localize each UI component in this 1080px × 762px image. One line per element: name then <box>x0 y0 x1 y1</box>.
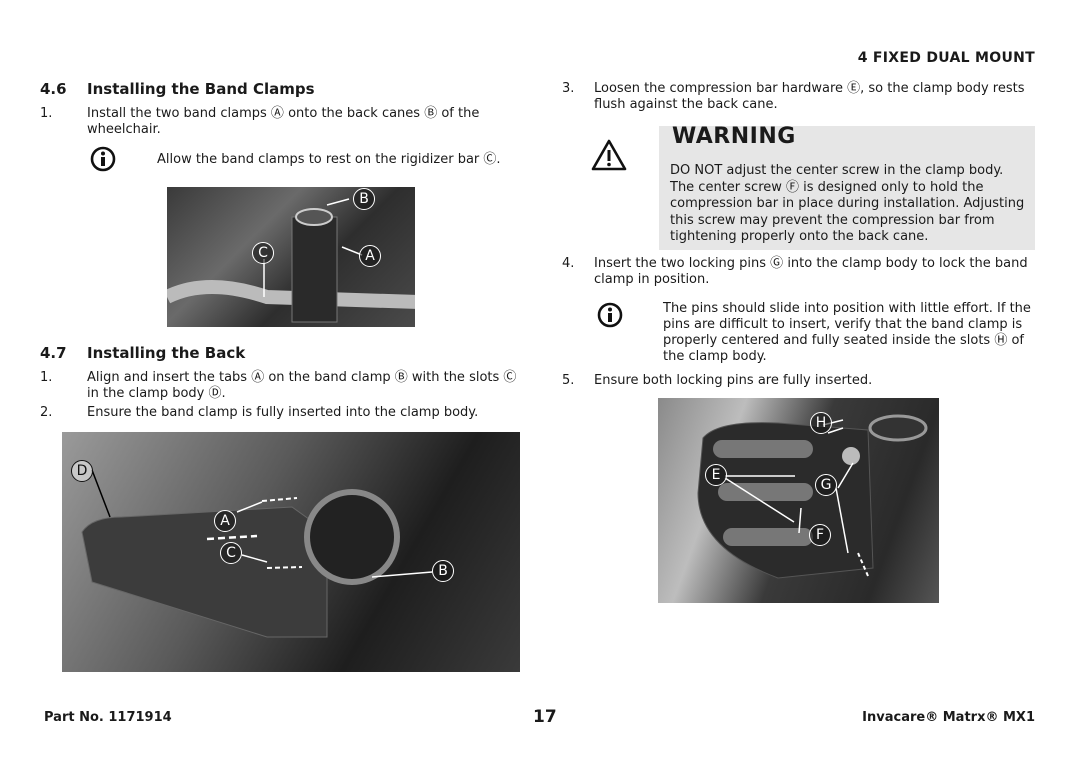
section-heading-4-6: 4.6 Installing the Band Clamps <box>40 80 315 98</box>
note-text: The pins should slide into position with… <box>663 301 1031 364</box>
part-number: Part No. 1171914 <box>44 710 172 725</box>
step-number: 1. <box>40 106 53 121</box>
callout-c: C <box>220 542 242 564</box>
step-4-6-1: 1. Install the two band clamps Ⓐ onto th… <box>40 106 500 138</box>
section-heading-4-7: 4.7 Installing the Back <box>40 344 245 362</box>
warning-text: DO NOT adjust the center screw in the cl… <box>670 163 1025 244</box>
step-4: 4. Insert the two locking pins Ⓖ into th… <box>562 256 1037 288</box>
step-number: 1. <box>40 370 53 385</box>
section-title: Installing the Band Clamps <box>87 80 315 98</box>
callout-f: F <box>809 524 831 546</box>
warning-icon <box>590 138 628 176</box>
callout-e: E <box>705 464 727 486</box>
callout-b: B <box>432 560 454 582</box>
step-number: 3. <box>562 81 575 96</box>
note-text: Allow the band clamps to rest on the rig… <box>157 152 501 167</box>
step-text: Loosen the compression bar hardware Ⓔ, s… <box>594 81 1025 112</box>
step-text: Ensure both locking pins are fully inser… <box>594 373 873 388</box>
callout-g: G <box>815 474 837 496</box>
locking-pins-photo: H E G F <box>658 398 939 603</box>
callout-d: D <box>71 460 93 482</box>
step-number: 2. <box>40 405 53 420</box>
step-text: Align and insert the tabs Ⓐ on the band … <box>87 370 517 401</box>
warning-title: WARNING <box>672 124 796 149</box>
callout-c: C <box>252 242 274 264</box>
step-4-7-2: 2. Ensure the band clamp is fully insert… <box>40 405 530 421</box>
step-5: 5. Ensure both locking pins are fully in… <box>562 373 1037 389</box>
step-number: 4. <box>562 256 575 271</box>
step-number: 5. <box>562 373 575 388</box>
page-number: 17 <box>533 707 557 727</box>
callout-a: A <box>359 245 381 267</box>
callout-h: H <box>810 412 832 434</box>
band-clamp-photo: B C A <box>167 187 415 327</box>
step-text: Insert the two locking pins Ⓖ into the c… <box>594 256 1028 287</box>
product-name: Invacare® Matrx® MX1 <box>862 710 1035 725</box>
section-number: 4.6 <box>40 80 67 98</box>
info-icon <box>90 146 116 176</box>
callout-a: A <box>214 510 236 532</box>
section-title: Installing the Back <box>87 344 246 362</box>
info-icon <box>597 302 623 332</box>
step-3: 3. Loosen the compression bar hardware Ⓔ… <box>562 81 1037 113</box>
section-number: 4.7 <box>40 344 67 362</box>
callout-b: B <box>353 188 375 210</box>
step-text: Ensure the band clamp is fully inserted … <box>87 405 479 420</box>
clamp-body-photo: D A C B <box>62 432 520 672</box>
step-4-7-1: 1. Align and insert the tabs Ⓐ on the ba… <box>40 370 530 402</box>
step-text: Install the two band clamps Ⓐ onto the b… <box>87 106 480 137</box>
chapter-header: 4 FIXED DUAL MOUNT <box>857 50 1035 66</box>
